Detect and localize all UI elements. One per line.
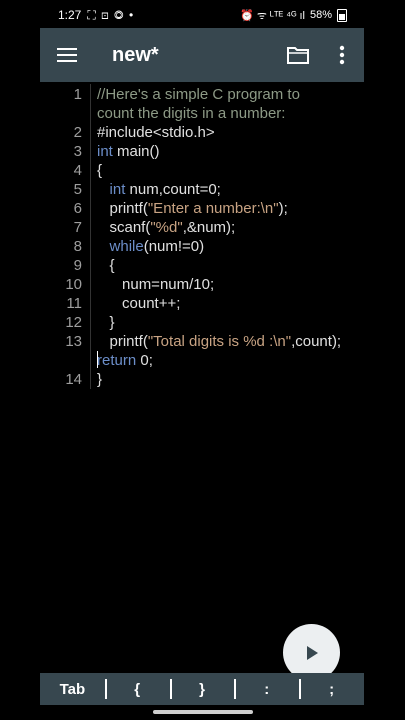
code-text: num=num/10; [97,275,214,294]
code-token: { [97,257,115,274]
code-line[interactable]: 14} [40,370,364,389]
symbol-key-tab[interactable]: Tab [40,673,105,705]
signal-icons: ⏰ ᯤ ᴸᵀᴱ ⁴ᴳ ıl [240,9,305,22]
code-line[interactable]: 11 count++; [40,294,364,313]
line-number: 14 [65,371,82,388]
code-line[interactable]: 4{ [40,161,364,180]
home-indicator[interactable] [153,710,253,714]
line-number: 6 [73,200,82,217]
battery-level: 58% [309,9,332,21]
code-line[interactable]: 7 scanf("%d",&num); [40,218,364,237]
code-token: num=num/10; [97,276,215,293]
line-number: 2 [73,124,82,141]
code-text: count++; [97,294,180,313]
code-text: } [97,313,115,332]
code-token: ); [278,200,288,217]
code-editor[interactable]: 1 //Here's a simple C program to count the… [40,82,364,672]
code-token: while [109,238,144,255]
symbol-key-open-brace[interactable]: { [104,673,170,705]
line-number: 13 [65,333,82,350]
code-text: return 0; [97,351,153,370]
code-line[interactable]: 2 #include<stdio.h> [40,123,364,142]
status-bar: 1:27 ⛶ ⊡ ◎ • ⏰ ᯤ ᴸᵀᴱ ⁴ᴳ ıl 58% [0,0,405,30]
line-number: 7 [73,219,82,236]
code-token: count the digits in a number: [97,105,286,122]
code-text: printf("Enter a number:\n"); [97,199,288,218]
code-line[interactable]: return 0; [40,351,364,370]
battery-icon [337,8,347,22]
status-time: 1:27 [58,8,82,22]
code-line[interactable]: 9 { [40,256,364,275]
code-token: int [109,181,126,198]
code-line[interactable]: 6 printf("Enter a number:\n"); [40,199,364,218]
code-token: "%d" [150,219,183,236]
code-text: #include<stdio.h> [97,123,215,142]
code-token: printf( [97,200,148,217]
code-text: int num,count=0; [97,180,221,199]
code-token: scanf( [97,219,151,236]
code-text: while(num!=0) [97,237,205,256]
app-toolbar: new* [40,28,364,82]
symbol-bar: Tab{}:; [40,673,364,705]
code-token: count++; [97,295,181,312]
code-token: 0; [136,352,153,369]
code-line[interactable]: 10 num=num/10; [40,275,364,294]
code-token: return [97,352,137,369]
code-token: ,count); [291,333,342,350]
line-number: 3 [73,143,82,160]
code-token: (num!=0) [143,238,205,255]
line-number: 10 [65,276,82,293]
code-token: num,count=0; [125,181,221,198]
more-vert-icon[interactable] [320,28,364,82]
code-token: "Total digits is %d :\n" [147,333,292,350]
code-text: printf("Total digits is %d :\n",count); [97,332,342,351]
code-token: #include<stdio.h> [97,124,215,141]
symbol-key-close-brace[interactable]: } [169,673,235,705]
code-token: } [97,371,103,388]
code-line[interactable]: count the digits in a number: [40,104,364,123]
code-token: //Here's a simple C program to [97,86,300,103]
folder-icon[interactable] [276,28,320,82]
code-line[interactable]: 8 while(num!=0) [40,237,364,256]
code-token: printf( [97,333,148,350]
code-token: "Enter a number:\n" [147,200,279,217]
line-number: 8 [73,238,82,255]
line-number: 12 [65,314,82,331]
code-text: int main() [97,142,160,161]
hamburger-icon[interactable] [40,28,94,82]
code-token: } [97,314,115,331]
file-title: new* [112,43,159,66]
code-line[interactable]: 12 } [40,313,364,332]
line-number: 4 [73,162,82,179]
code-token: { [97,162,103,179]
code-token: int [97,143,113,160]
line-number: 5 [73,181,82,198]
notification-icons: ⛶ ⊡ ◎ • [87,7,135,22]
line-number: 11 [66,295,82,312]
code-line[interactable]: 13 printf("Total digits is %d :\n",count… [40,332,364,351]
line-number: 9 [73,257,82,274]
code-line[interactable]: 3 int main() [40,142,364,161]
code-text: { [97,256,115,275]
code-token: ,&num); [182,219,236,236]
code-text: } [97,370,102,389]
code-line[interactable]: 1 //Here's a simple C program to [40,85,364,104]
symbol-key-semicolon[interactable]: ; [299,673,364,705]
line-number: 1 [73,86,82,103]
code-text: count the digits in a number: [97,104,285,123]
code-text: //Here's a simple C program to [97,85,300,104]
code-line[interactable]: 5 int num,count=0; [40,180,364,199]
symbol-key-colon[interactable]: : [234,673,299,705]
code-token: main() [112,143,160,160]
code-text: scanf("%d",&num); [97,218,236,237]
play-icon [306,645,318,660]
code-text: { [97,161,102,180]
